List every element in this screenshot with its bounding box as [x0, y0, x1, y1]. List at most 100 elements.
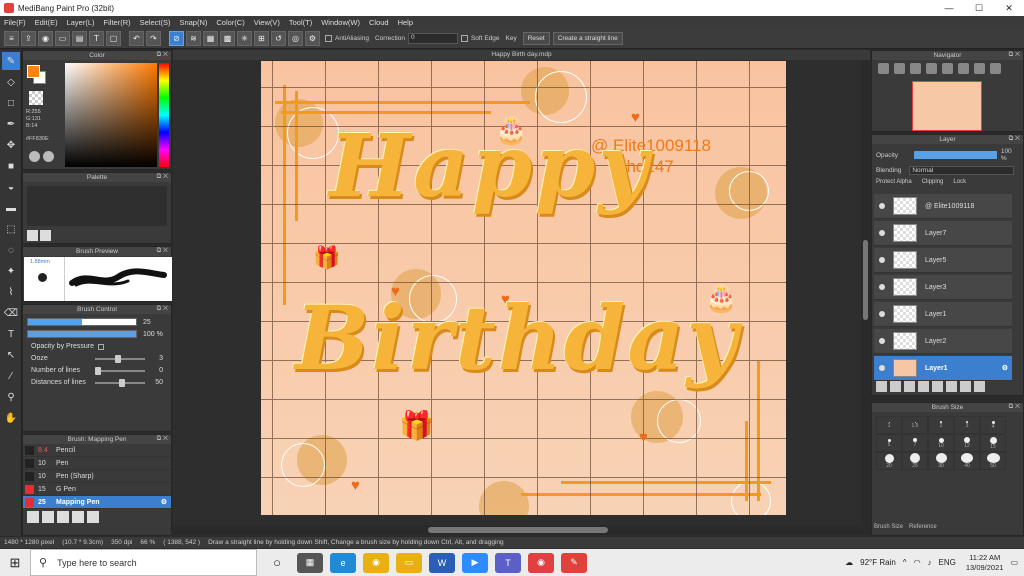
brush-copy-icon[interactable]: [72, 511, 84, 523]
layer-settings-icon[interactable]: ⚙: [1002, 364, 1008, 372]
lines-slider[interactable]: [95, 366, 145, 375]
tab-brush-size[interactable]: Brush Size: [874, 524, 903, 530]
zoom-actual-icon[interactable]: [926, 63, 937, 74]
snap-vanish-icon[interactable]: ⊞: [254, 31, 269, 46]
distance-knob[interactable]: [119, 378, 125, 387]
new-icon[interactable]: ▢: [106, 31, 121, 46]
brush-size-cell[interactable]: 15: [980, 434, 1006, 452]
brush-item-mapping-pen[interactable]: 25 Mapping Pen ⚙: [23, 496, 171, 509]
divide-tool-icon[interactable]: ⁄: [2, 367, 20, 385]
rotate-right-icon[interactable]: [974, 63, 985, 74]
save-icon[interactable]: ▤: [72, 31, 87, 46]
opacity-pressure-checkbox[interactable]: [98, 343, 105, 350]
distance-slider[interactable]: [95, 378, 145, 387]
select-pen-icon[interactable]: ⌇: [2, 283, 20, 301]
brush-item-pen-sharp[interactable]: 10 Pen (Sharp): [23, 470, 171, 483]
redo-icon[interactable]: ↷: [146, 31, 161, 46]
panel-controls-icon[interactable]: ⧉ ✕: [157, 247, 168, 255]
snap-gear-icon[interactable]: ⚙: [305, 31, 320, 46]
clock[interactable]: 11:22 AM 13/09/2021: [966, 553, 1004, 573]
operation-tool-icon[interactable]: ↖: [2, 346, 20, 364]
menu-cloud[interactable]: Cloud: [369, 18, 389, 27]
ooze-knob[interactable]: [115, 354, 121, 363]
visibility-eye-icon[interactable]: [879, 311, 885, 317]
clipping-checkbox[interactable]: Clipping: [922, 179, 944, 185]
layer-item[interactable]: Layer3: [874, 275, 1012, 300]
gradient-tool-icon[interactable]: ▬: [2, 199, 20, 217]
add-halftone-layer-icon[interactable]: [890, 381, 901, 392]
rect-tool-icon[interactable]: □: [2, 94, 20, 112]
add-brush-icon[interactable]: [27, 511, 39, 523]
taskbar-search[interactable]: ⚲ Type here to search: [30, 549, 257, 576]
layer-item[interactable]: @ Elite1009118: [874, 194, 1012, 219]
panel-controls-icon[interactable]: ⧉ ✕: [157, 305, 168, 313]
soft-edge-checkbox[interactable]: [460, 35, 468, 42]
lasso-tool-icon[interactable]: ◌: [2, 241, 20, 259]
undo-icon[interactable]: ↶: [129, 31, 144, 46]
notification-icon[interactable]: ▭: [1010, 558, 1018, 567]
brush-size-cell[interactable]: 3: [954, 416, 980, 434]
move-tool-icon[interactable]: ✥: [2, 136, 20, 154]
brush-size-cell[interactable]: 12: [954, 434, 980, 452]
flip-icon[interactable]: [990, 63, 1001, 74]
panel-controls-icon[interactable]: ⧉ ✕: [157, 51, 168, 59]
widgets-icon[interactable]: ▦: [297, 552, 323, 573]
menu-view[interactable]: View(V): [254, 18, 280, 27]
zoom-in-icon[interactable]: [894, 63, 905, 74]
language-indicator[interactable]: ENG: [939, 558, 956, 567]
weather-text[interactable]: 92°F Rain: [860, 558, 896, 567]
menu-layer[interactable]: Layer(L): [67, 18, 95, 27]
tray-overflow-icon[interactable]: ^: [903, 558, 907, 567]
chrome-user-icon[interactable]: ◉: [528, 552, 554, 573]
correction-select[interactable]: 0: [407, 33, 458, 44]
transparent-color[interactable]: [29, 91, 43, 105]
brush-size-cell[interactable]: 4: [980, 416, 1006, 434]
snap-circle-icon[interactable]: ◎: [288, 31, 303, 46]
select-eraser-icon[interactable]: ⌫: [2, 304, 20, 322]
brush-folder-icon[interactable]: [57, 511, 69, 523]
brush-delete-icon[interactable]: [87, 511, 99, 523]
layer-item[interactable]: Layer7: [874, 221, 1012, 246]
brush-size-cell[interactable]: 2: [928, 416, 954, 434]
menu-edit[interactable]: Edit(E): [35, 18, 58, 27]
select-tool-icon[interactable]: ⬚: [2, 220, 20, 238]
lines-knob[interactable]: [95, 366, 101, 375]
add-layer-icon[interactable]: [876, 381, 887, 392]
bucket-tool-icon[interactable]: ◒: [2, 178, 20, 196]
dot-tool-icon[interactable]: ✒: [2, 115, 20, 133]
zoom-fit-icon[interactable]: [878, 63, 889, 74]
add-8bit-layer-icon[interactable]: [904, 381, 915, 392]
comment-icon[interactable]: ▭: [55, 31, 70, 46]
word-icon[interactable]: W: [429, 552, 455, 573]
brush-opacity-slider[interactable]: [27, 330, 137, 338]
panel-controls-icon[interactable]: ⧉ ✕: [1009, 51, 1020, 59]
wifi-icon[interactable]: ◠: [914, 558, 921, 567]
visibility-eye-icon[interactable]: [879, 257, 885, 263]
brush-size-cell[interactable]: 1.5: [902, 416, 928, 434]
visibility-eye-icon[interactable]: [879, 203, 885, 209]
edge-icon[interactable]: e: [330, 552, 356, 573]
brush-size-slider[interactable]: [27, 318, 137, 326]
brush-size-cell[interactable]: 50: [980, 452, 1006, 470]
brush-size-cell[interactable]: 7: [902, 434, 928, 452]
snap-off-icon[interactable]: ⊘: [169, 31, 184, 46]
brush-size-cell[interactable]: 1: [876, 416, 902, 434]
hand-tool-icon[interactable]: ✋: [2, 409, 20, 427]
panel-controls-icon[interactable]: ⧉ ✕: [157, 435, 168, 443]
brush-tool-icon[interactable]: ✎: [2, 52, 20, 70]
eyedropper-icon[interactable]: ⚲: [2, 388, 20, 406]
eraser-tool-icon[interactable]: ◇: [2, 73, 20, 91]
fill-rect-tool-icon[interactable]: ■: [2, 157, 20, 175]
menu-icon[interactable]: ≡: [4, 31, 19, 46]
horizontal-scrollbar[interactable]: [173, 525, 870, 535]
add-palette-icon[interactable]: [27, 230, 38, 241]
brush-size-cell[interactable]: 10: [928, 434, 954, 452]
saturation-value-picker[interactable]: [65, 63, 157, 167]
start-button[interactable]: ⊞: [0, 549, 30, 576]
brush-settings-icon[interactable]: ⚙: [161, 498, 167, 506]
layer-opacity-slider[interactable]: [914, 151, 997, 159]
protect-alpha-checkbox[interactable]: Protect Alpha: [876, 179, 912, 185]
straight-line-button[interactable]: Create a straight line: [552, 32, 623, 45]
rotate-left-icon[interactable]: [942, 63, 953, 74]
brush-item-pencil[interactable]: 8.4 Pencil: [23, 444, 171, 457]
